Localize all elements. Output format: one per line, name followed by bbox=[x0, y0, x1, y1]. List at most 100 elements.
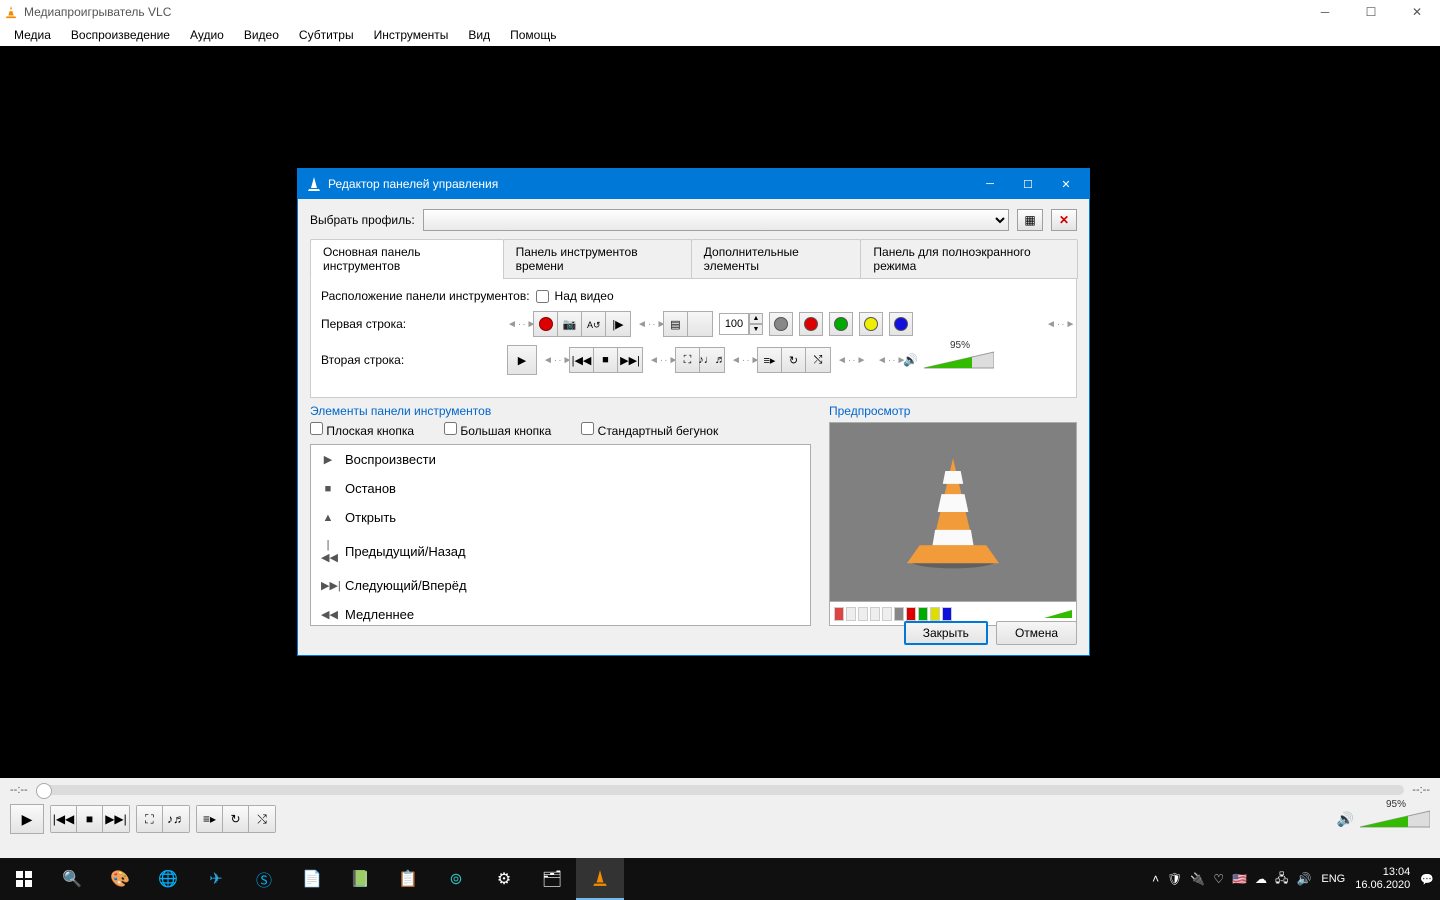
seek-slider[interactable] bbox=[36, 785, 1405, 795]
next-button[interactable]: ▶▶| bbox=[618, 348, 642, 372]
main-stop-button[interactable]: ■ bbox=[77, 806, 103, 832]
flat-button-option[interactable]: Плоская кнопка bbox=[310, 422, 414, 438]
tab-fullscreen[interactable]: Панель для полноэкранного режима bbox=[860, 239, 1078, 279]
led-green[interactable] bbox=[829, 312, 853, 336]
volume-wedge[interactable]: 95% bbox=[924, 350, 994, 370]
taskbar-app4[interactable]: 🗂 bbox=[528, 858, 576, 900]
spin-up[interactable]: ▲ bbox=[749, 313, 763, 324]
big-button-option[interactable]: Большая кнопка bbox=[444, 422, 551, 438]
close-button[interactable]: ✕ bbox=[1394, 0, 1440, 24]
fullscreen-button[interactable]: ⛶ bbox=[676, 348, 700, 372]
big-button-checkbox[interactable] bbox=[444, 422, 457, 435]
record-button[interactable] bbox=[534, 312, 558, 336]
blank-button[interactable] bbox=[688, 312, 712, 336]
list-item[interactable]: |◀◀Предыдущий/Назад bbox=[311, 532, 810, 571]
main-play-button[interactable]: ▶ bbox=[10, 804, 44, 834]
taskbar-vlc[interactable] bbox=[576, 858, 624, 900]
std-slider-checkbox[interactable] bbox=[581, 422, 594, 435]
led-gray[interactable] bbox=[769, 312, 793, 336]
tray-volume-icon[interactable]: 🔊 bbox=[1296, 872, 1311, 886]
splitter-icon[interactable]: ◄··► bbox=[877, 355, 897, 366]
main-playlist-button[interactable]: ≡▸ bbox=[197, 806, 223, 832]
stop-button[interactable]: ■ bbox=[594, 348, 618, 372]
close-dialog-button[interactable]: Закрыть bbox=[904, 621, 988, 645]
menu-playback[interactable]: Воспроизведение bbox=[63, 26, 178, 44]
std-slider-option[interactable]: Стандартный бегунок bbox=[581, 422, 718, 438]
cancel-button[interactable]: Отмена bbox=[996, 621, 1077, 645]
taskbar-chrome2[interactable]: 🌐 bbox=[144, 858, 192, 900]
taskbar-chrome[interactable]: 🎨 bbox=[96, 858, 144, 900]
menu-tools[interactable]: Инструменты bbox=[366, 26, 457, 44]
main-fullscreen-button[interactable]: ⛶ bbox=[137, 806, 163, 832]
splitter-icon[interactable]: ◄··► bbox=[731, 355, 751, 366]
loop-button[interactable]: ↻ bbox=[782, 348, 806, 372]
menu-video[interactable]: Видео bbox=[236, 26, 287, 44]
taskbar-app1[interactable]: 📗 bbox=[336, 858, 384, 900]
tray-up-icon[interactable]: ˄ bbox=[1152, 872, 1159, 886]
above-video-checkbox[interactable] bbox=[536, 290, 549, 303]
shuffle-button[interactable]: ⤭ bbox=[806, 348, 830, 372]
tray-lang[interactable]: ENG bbox=[1321, 873, 1345, 885]
menu-media[interactable]: Медиа bbox=[6, 26, 59, 44]
main-volume-wedge[interactable]: 95% bbox=[1360, 809, 1430, 829]
menu-subtitles[interactable]: Субтитры bbox=[291, 26, 362, 44]
atob-button[interactable]: A↺B bbox=[582, 312, 606, 336]
led-red[interactable] bbox=[799, 312, 823, 336]
led-blue[interactable] bbox=[889, 312, 913, 336]
splitter-icon[interactable]: ◄··► bbox=[837, 355, 857, 366]
taskbar-app2[interactable]: 📋 bbox=[384, 858, 432, 900]
list-button[interactable]: ▤ bbox=[664, 312, 688, 336]
dialog-close-button[interactable]: ✕ bbox=[1043, 169, 1089, 199]
main-loop-button[interactable]: ↻ bbox=[223, 806, 249, 832]
delete-profile-button[interactable]: ✕ bbox=[1051, 209, 1077, 231]
tab-main-toolbar[interactable]: Основная панель инструментов bbox=[310, 239, 504, 279]
maximize-button[interactable]: ☐ bbox=[1348, 0, 1394, 24]
tab-additional[interactable]: Дополнительные элементы bbox=[691, 239, 862, 279]
splitter-icon[interactable]: ◄··► bbox=[543, 355, 563, 366]
new-profile-button[interactable]: ▦ bbox=[1017, 209, 1043, 231]
tray-flag-icon[interactable]: 🇺🇸 bbox=[1232, 872, 1247, 886]
volume-icon[interactable]: 🔊 bbox=[903, 353, 918, 367]
tray-heart-icon[interactable]: ♡ bbox=[1213, 872, 1224, 886]
tray-shield-icon[interactable]: 🛡 bbox=[1167, 872, 1182, 886]
tray-icons[interactable]: ˄ 🛡 🔌 ♡ 🇺🇸 ☁ 🖧 🔊 bbox=[1152, 869, 1311, 890]
list-item[interactable]: ▶▶|Следующий/Вперёд bbox=[311, 571, 810, 600]
menu-view[interactable]: Вид bbox=[460, 26, 498, 44]
frame-button[interactable]: |▶ bbox=[606, 312, 630, 336]
prev-button[interactable]: |◀◀ bbox=[570, 348, 594, 372]
profile-select[interactable] bbox=[423, 209, 1009, 231]
splitter-icon[interactable]: ◄··► bbox=[649, 355, 669, 366]
splitter-icon[interactable]: ◄··► bbox=[637, 319, 657, 330]
taskbar-search[interactable]: 🔍 bbox=[48, 858, 96, 900]
tray-clock[interactable]: 13:04 16.06.2020 bbox=[1355, 866, 1410, 892]
spin-down[interactable]: ▼ bbox=[749, 324, 763, 335]
volume-icon[interactable]: 🔊 bbox=[1337, 811, 1354, 828]
main-shuffle-button[interactable]: ⤭ bbox=[249, 806, 275, 832]
menu-audio[interactable]: Аудио bbox=[182, 26, 232, 44]
taskbar-telegram[interactable]: ✈ bbox=[192, 858, 240, 900]
tray-network-icon[interactable]: 🖧 bbox=[1275, 869, 1288, 890]
list-item[interactable]: ◀◀Медленнее bbox=[311, 600, 810, 626]
playlist-button[interactable]: ≡▸ bbox=[758, 348, 782, 372]
play-button[interactable]: ▶ bbox=[507, 345, 537, 375]
snapshot-button[interactable]: 📷 bbox=[558, 312, 582, 336]
start-button[interactable] bbox=[0, 858, 48, 900]
list-item[interactable]: ■Останов bbox=[311, 474, 810, 503]
tab-time-toolbar[interactable]: Панель инструментов времени bbox=[503, 239, 692, 279]
taskbar-notes[interactable]: 📄 bbox=[288, 858, 336, 900]
main-next-button[interactable]: ▶▶| bbox=[103, 806, 129, 832]
menu-help[interactable]: Помощь bbox=[502, 26, 564, 44]
flat-button-checkbox[interactable] bbox=[310, 422, 323, 435]
main-ext-settings-button[interactable]: ♪♬ bbox=[163, 806, 189, 832]
speed-spinner[interactable]: ▲▼ bbox=[719, 313, 763, 335]
main-prev-button[interactable]: |◀◀ bbox=[51, 806, 77, 832]
taskbar-qbit[interactable]: ⊚ bbox=[432, 858, 480, 900]
tray-cloud-icon[interactable]: ☁ bbox=[1255, 872, 1267, 886]
list-item[interactable]: ▲Открыть bbox=[311, 503, 810, 532]
splitter-icon[interactable]: ◄··► bbox=[1046, 319, 1066, 330]
speed-input[interactable] bbox=[719, 313, 749, 335]
tray-power-icon[interactable]: 🔌 bbox=[1190, 872, 1205, 886]
splitter-icon[interactable]: ◄··► bbox=[507, 319, 527, 330]
minimize-button[interactable]: ─ bbox=[1302, 0, 1348, 24]
ext-settings-button[interactable]: ♪♩♬ bbox=[700, 348, 724, 372]
